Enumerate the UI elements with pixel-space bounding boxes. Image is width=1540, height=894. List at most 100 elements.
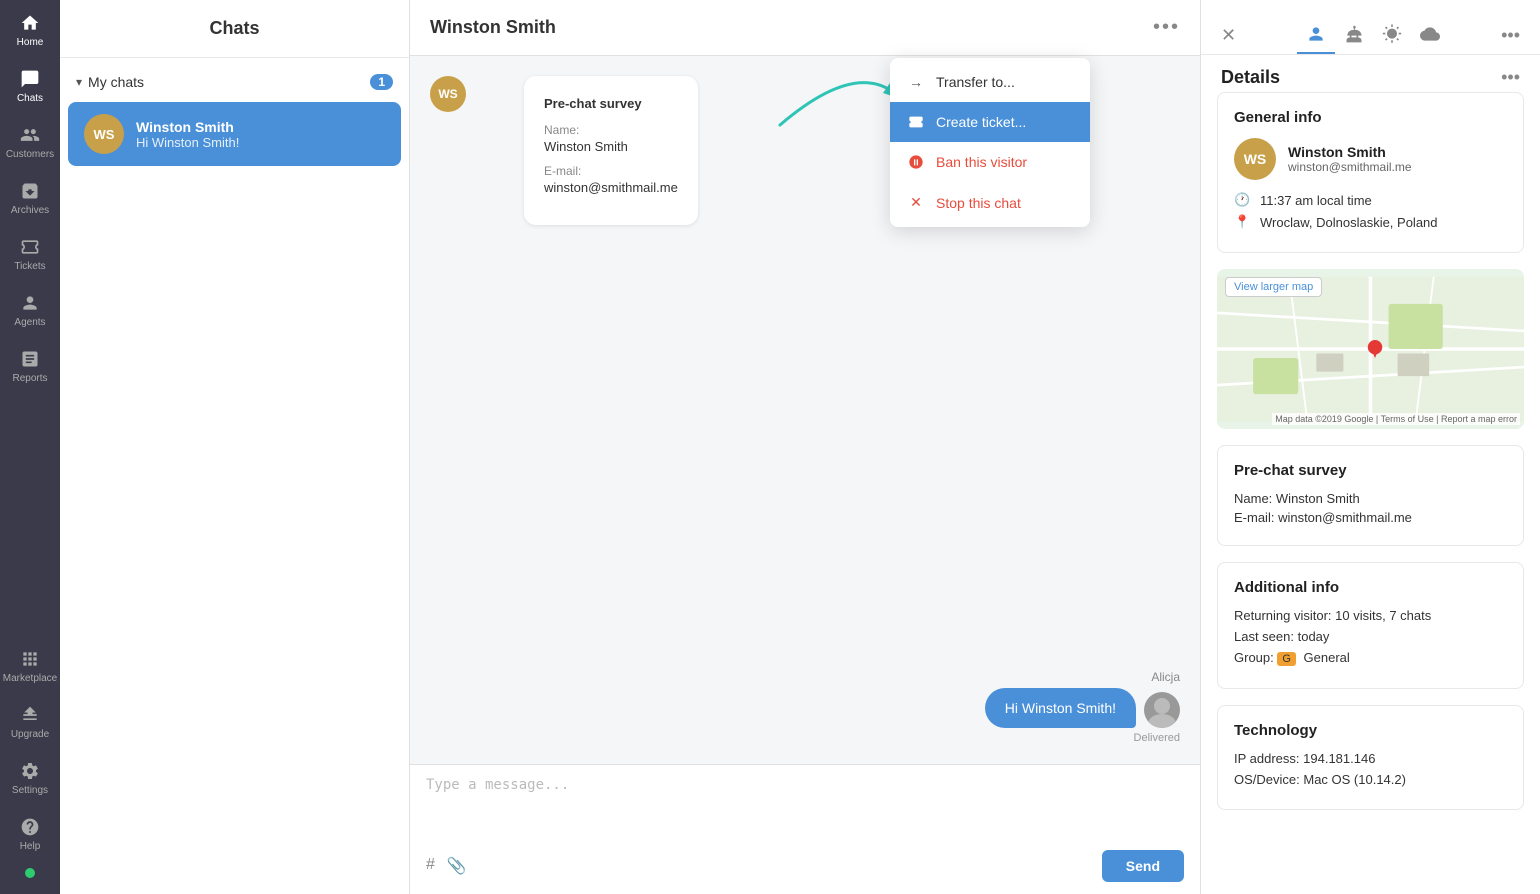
agent-name-label: Alicja bbox=[1151, 670, 1180, 684]
tickets-icon bbox=[19, 236, 41, 258]
sidebar-item-upgrade[interactable]: Upgrade bbox=[3, 692, 57, 748]
visitor-initials: WS bbox=[94, 127, 115, 142]
ip-address-row: IP address: 194.181.146 bbox=[1234, 751, 1507, 766]
map-container: View larger map Map data ©2019 Google | … bbox=[1217, 269, 1524, 429]
sidebar-item-chats[interactable]: Chats bbox=[0, 56, 60, 112]
ticket-icon bbox=[906, 114, 926, 130]
details-close-button[interactable]: ✕ bbox=[1221, 25, 1236, 46]
technology-section: Technology IP address: 194.181.146 OS/De… bbox=[1217, 705, 1524, 810]
more-options-button[interactable]: ••• bbox=[1153, 16, 1180, 39]
tab-bot[interactable] bbox=[1335, 16, 1373, 54]
dropdown-ban[interactable]: Ban this visitor bbox=[890, 142, 1090, 182]
upgrade-icon bbox=[19, 704, 41, 726]
details-more-button[interactable]: ••• bbox=[1501, 25, 1520, 46]
sidebar-item-reports[interactable]: Reports bbox=[0, 336, 60, 392]
dropdown-stop-label: Stop this chat bbox=[936, 195, 1021, 211]
delivered-label: Delivered bbox=[430, 732, 1180, 744]
chat-header-title: Winston Smith bbox=[430, 17, 556, 38]
my-chats-header[interactable]: ▾ My chats 1 bbox=[60, 66, 409, 98]
dropdown-menu: → Transfer to... Create ticket... Ban th… bbox=[890, 58, 1090, 227]
prechat-email-value: winston@smithmail.me bbox=[544, 180, 678, 195]
archives-icon bbox=[19, 180, 41, 202]
help-icon bbox=[19, 816, 41, 838]
chats-icon bbox=[19, 68, 41, 90]
group-badge: G bbox=[1277, 652, 1296, 666]
visitor-bubble-avatar: WS bbox=[430, 76, 466, 112]
message-input-area: # 📎 Send bbox=[410, 764, 1200, 894]
detail-email-key: E-mail: bbox=[1234, 510, 1278, 525]
details-prechat-section: Pre-chat survey Name: Winston Smith E-ma… bbox=[1217, 445, 1524, 546]
group-row: Group: G General bbox=[1234, 650, 1507, 666]
sidebar-item-settings[interactable]: Settings bbox=[3, 748, 57, 804]
dropdown-create-ticket[interactable]: Create ticket... bbox=[890, 102, 1090, 142]
returning-visitor-row: Returning visitor: 10 visits, 7 chats bbox=[1234, 608, 1507, 623]
view-larger-map-button[interactable]: View larger map bbox=[1225, 277, 1322, 297]
dropdown-transfer-label: Transfer to... bbox=[936, 74, 1015, 90]
settings-icon bbox=[19, 760, 41, 782]
reports-icon bbox=[19, 348, 41, 370]
tab-cloud[interactable] bbox=[1411, 16, 1449, 54]
sidebar-item-home[interactable]: Home bbox=[0, 0, 60, 56]
marketplace-icon bbox=[19, 648, 41, 670]
message-input[interactable] bbox=[426, 777, 1184, 837]
tab-weather[interactable] bbox=[1373, 16, 1411, 54]
sidebar-item-customers[interactable]: Customers bbox=[0, 112, 60, 168]
chat-visitor-name: Winston Smith bbox=[136, 119, 385, 135]
visitor-info-row: WS Winston Smith winston@smithmail.me bbox=[1234, 138, 1507, 180]
general-info-title: General info bbox=[1234, 109, 1507, 126]
prechat-name-label: Name: bbox=[544, 123, 678, 137]
dropdown-stop[interactable]: ✕ Stop this chat bbox=[890, 182, 1090, 223]
dropdown-transfer[interactable]: → Transfer to... bbox=[890, 62, 1090, 102]
my-chats-section: ▾ My chats 1 WS Winston Smith Hi Winston… bbox=[60, 58, 409, 178]
send-button[interactable]: Send bbox=[1102, 850, 1184, 882]
details-inline-more[interactable]: ••• bbox=[1501, 67, 1520, 88]
chat-list-panel: Chats ▾ My chats 1 WS Winston Smith Hi W… bbox=[60, 0, 410, 894]
agent-avatar bbox=[1144, 692, 1180, 728]
visitor-large-avatar: WS bbox=[1234, 138, 1276, 180]
arrow-annotation bbox=[770, 55, 900, 140]
arrow-right-icon: → bbox=[906, 74, 926, 90]
sidebar-item-agents[interactable]: Agents bbox=[0, 280, 60, 336]
agents-icon bbox=[19, 292, 41, 314]
sidebar-item-tickets[interactable]: Tickets bbox=[0, 224, 60, 280]
close-icon: ✕ bbox=[906, 194, 926, 211]
location: Wroclaw, Dolnoslaskie, Poland bbox=[1260, 215, 1438, 230]
visitor-avatar: WS bbox=[84, 114, 124, 154]
sidebar-item-help[interactable]: Help bbox=[3, 804, 57, 860]
group-label: Group: bbox=[1234, 650, 1277, 665]
prechat-section-title: Pre-chat survey bbox=[1234, 462, 1507, 479]
returning-label: Returning visitor: bbox=[1234, 608, 1335, 623]
location-row: 📍 Wroclaw, Dolnoslaskie, Poland bbox=[1234, 214, 1507, 230]
sidebar-label-home: Home bbox=[17, 37, 44, 48]
agent-message-row: Hi Winston Smith! bbox=[430, 688, 1180, 728]
chevron-down-icon: ▾ bbox=[76, 75, 82, 89]
details-title: Details bbox=[1221, 67, 1280, 88]
sidebar-label-tickets: Tickets bbox=[14, 261, 45, 272]
technology-title: Technology bbox=[1234, 722, 1507, 739]
prechat-survey-bubble: Pre-chat survey Name: Winston Smith E-ma… bbox=[524, 76, 698, 225]
map-attribution: Map data ©2019 Google | Terms of Use | R… bbox=[1272, 413, 1520, 425]
os-label: OS/Device: bbox=[1234, 772, 1303, 787]
last-seen-row: Last seen: today bbox=[1234, 629, 1507, 644]
attachment-icon[interactable]: 📎 bbox=[447, 856, 467, 876]
sidebar-item-archives[interactable]: Archives bbox=[0, 168, 60, 224]
chat-header: Winston Smith ••• bbox=[410, 0, 1200, 56]
main-chat-area: Winston Smith ••• → Transfer to... Creat… bbox=[410, 0, 1200, 894]
location-icon: 📍 bbox=[1234, 214, 1252, 230]
ip-label: IP address: bbox=[1234, 751, 1303, 766]
detail-name-label: Name: Winston Smith bbox=[1234, 491, 1507, 506]
os-device-row: OS/Device: Mac OS (10.14.2) bbox=[1234, 772, 1507, 787]
dropdown-ticket-label: Create ticket... bbox=[936, 114, 1026, 130]
last-seen-value: today bbox=[1298, 629, 1330, 644]
visitor-name: Winston Smith bbox=[1288, 144, 1412, 160]
general-info-section: General info WS Winston Smith winston@sm… bbox=[1217, 92, 1524, 253]
tab-person[interactable] bbox=[1297, 16, 1335, 54]
agent-message-bubble: Hi Winston Smith! bbox=[985, 688, 1136, 728]
chat-preview: Hi Winston Smith! bbox=[136, 135, 385, 150]
hashtag-icon[interactable]: # bbox=[426, 856, 435, 876]
input-toolbar: # 📎 Send bbox=[426, 850, 1184, 882]
chat-item-winston[interactable]: WS Winston Smith Hi Winston Smith! bbox=[68, 102, 401, 166]
sidebar-label-help: Help bbox=[20, 841, 41, 852]
sidebar-item-marketplace[interactable]: Marketplace bbox=[3, 636, 57, 692]
local-time: 11:37 am local time bbox=[1260, 193, 1372, 208]
